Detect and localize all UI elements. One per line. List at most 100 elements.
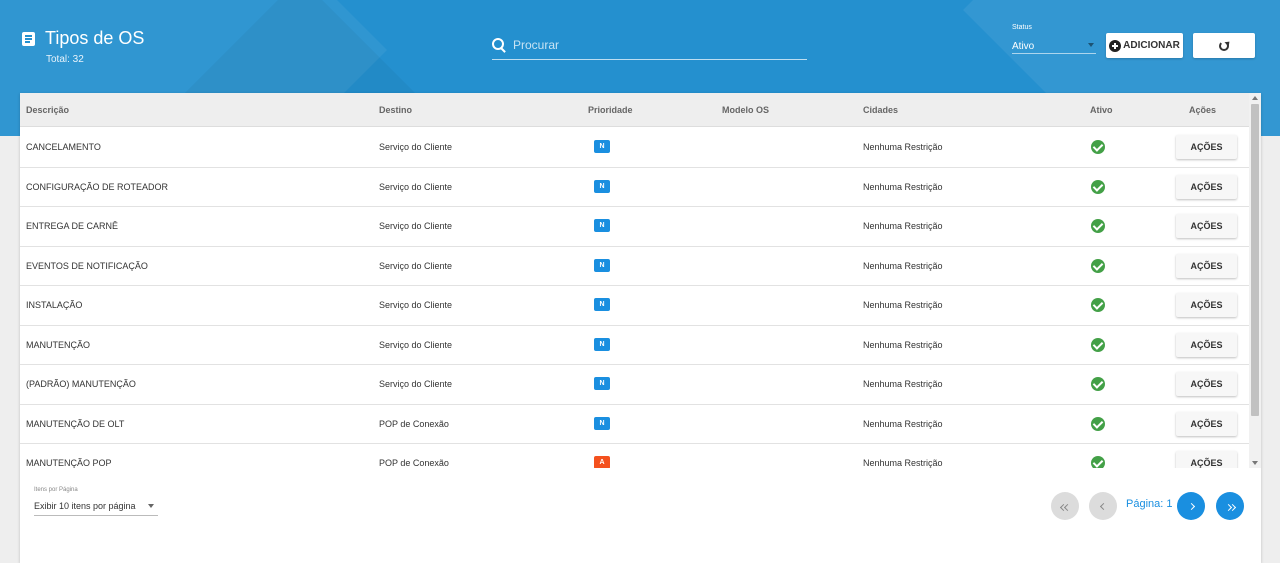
col-descricao[interactable]: Descrição bbox=[26, 105, 69, 115]
table-row[interactable]: (PADRÃO) MANUTENÇÃO Serviço do Cliente N… bbox=[20, 365, 1249, 405]
cell-cidades: Nenhuma Restrição bbox=[863, 260, 943, 271]
search-bar bbox=[492, 34, 807, 60]
last-page-button[interactable] bbox=[1216, 492, 1244, 520]
active-check-icon bbox=[1091, 337, 1105, 352]
col-prioridade[interactable]: Prioridade bbox=[588, 105, 633, 115]
table-body: CANCELAMENTO Serviço do Cliente N Nenhum… bbox=[20, 128, 1249, 468]
scroll-down-arrow-icon[interactable] bbox=[1252, 461, 1258, 465]
chevron-left-icon bbox=[1099, 502, 1107, 510]
active-check-icon bbox=[1091, 377, 1105, 391]
col-modelo-os[interactable]: Modelo OS bbox=[722, 105, 769, 115]
table-row[interactable]: INSTALAÇÃO Serviço do Cliente N Nenhuma … bbox=[20, 286, 1249, 326]
cell-destino: Serviço do Cliente bbox=[379, 300, 453, 310]
active-check-icon bbox=[1091, 456, 1105, 468]
cell-descricao: ENTREGA DE CARNÊ bbox=[26, 221, 119, 231]
cell-destino: Serviço do Cliente bbox=[379, 339, 453, 350]
cell-cidades: Nenhuma Restrição bbox=[863, 418, 943, 429]
col-acoes: Ações bbox=[1189, 105, 1217, 115]
items-per-page-value: Exibir 10 itens por página bbox=[34, 501, 136, 511]
table-row[interactable]: MANUTENÇÃO DE OLT POP de Conexão N Nenhu… bbox=[20, 405, 1249, 444]
actions-button[interactable]: AÇÕES bbox=[1176, 214, 1237, 238]
priority-badge: N bbox=[594, 337, 610, 351]
actions-button[interactable]: AÇÕES bbox=[1176, 253, 1237, 278]
add-button[interactable]: ADICIONAR bbox=[1106, 33, 1183, 58]
priority-badge: N bbox=[594, 219, 610, 232]
page-title-group: Tipos de OS bbox=[22, 28, 144, 49]
table-header: Descrição Destino Prioridade Modelo OS C… bbox=[20, 93, 1249, 127]
priority-badge: A bbox=[594, 456, 610, 468]
active-check-icon bbox=[1091, 179, 1105, 194]
cell-cidades: Nenhuma Restrição bbox=[863, 142, 943, 152]
col-cidades[interactable]: Cidades bbox=[863, 105, 898, 115]
status-select[interactable]: Status Ativo bbox=[1012, 24, 1096, 54]
cell-destino: Serviço do Cliente bbox=[379, 181, 453, 192]
cell-destino: Serviço do Cliente bbox=[379, 379, 453, 389]
table-row[interactable]: MANUTENÇÃO Serviço do Cliente N Nenhuma … bbox=[20, 326, 1249, 365]
table-scrollbar[interactable] bbox=[1249, 93, 1261, 468]
cell-descricao: MANUTENÇÃO bbox=[26, 339, 91, 350]
cell-destino: POP de Conexão bbox=[379, 458, 449, 468]
cell-cidades: Nenhuma Restrição bbox=[863, 339, 943, 350]
actions-button[interactable]: AÇÕES bbox=[1176, 293, 1237, 317]
actions-button[interactable]: AÇÕES bbox=[1176, 174, 1237, 199]
next-page-button[interactable] bbox=[1177, 492, 1205, 520]
cell-destino: Serviço do Cliente bbox=[379, 221, 453, 231]
double-chevron-left-icon bbox=[1059, 497, 1071, 515]
search-input[interactable] bbox=[513, 37, 793, 52]
active-check-icon bbox=[1091, 298, 1105, 312]
priority-badge: N bbox=[594, 416, 610, 430]
priority-badge: N bbox=[594, 258, 610, 272]
col-ativo[interactable]: Ativo bbox=[1090, 105, 1113, 115]
total-count: Total: 32 bbox=[46, 54, 84, 65]
active-check-icon bbox=[1091, 416, 1105, 431]
first-page-button[interactable] bbox=[1051, 492, 1079, 520]
table-row[interactable]: CONFIGURAÇÃO DE ROTEADOR Serviço do Clie… bbox=[20, 168, 1249, 207]
actions-button[interactable]: AÇÕES bbox=[1176, 332, 1237, 357]
document-list-icon bbox=[22, 31, 35, 46]
cell-descricao: INSTALAÇÃO bbox=[26, 300, 83, 310]
priority-badge: N bbox=[594, 140, 610, 153]
cell-descricao: CANCELAMENTO bbox=[26, 142, 101, 152]
cell-cidades: Nenhuma Restrição bbox=[863, 221, 943, 231]
add-button-label: ADICIONAR bbox=[1123, 40, 1180, 51]
actions-button[interactable]: AÇÕES bbox=[1176, 451, 1237, 468]
cell-descricao: MANUTENÇÃO DE OLT bbox=[26, 418, 125, 429]
actions-button[interactable]: AÇÕES bbox=[1176, 372, 1237, 396]
active-check-icon bbox=[1091, 140, 1105, 154]
cell-cidades: Nenhuma Restrição bbox=[863, 181, 943, 192]
items-per-page-label: Itens por Página bbox=[34, 487, 78, 493]
cell-descricao: CONFIGURAÇÃO DE ROTEADOR bbox=[26, 181, 169, 192]
active-check-icon bbox=[1091, 258, 1105, 273]
cell-destino: Serviço do Cliente bbox=[379, 142, 453, 152]
double-chevron-right-icon bbox=[1224, 497, 1236, 515]
table-row[interactable]: CANCELAMENTO Serviço do Cliente N Nenhum… bbox=[20, 128, 1249, 168]
actions-button[interactable]: AÇÕES bbox=[1176, 411, 1237, 436]
priority-badge: N bbox=[594, 179, 610, 193]
cell-descricao: (PADRÃO) MANUTENÇÃO bbox=[26, 379, 136, 389]
search-icon bbox=[492, 37, 506, 52]
chevron-right-icon bbox=[1187, 502, 1195, 510]
cell-cidades: Nenhuma Restrição bbox=[863, 458, 943, 468]
cell-cidades: Nenhuma Restrição bbox=[863, 300, 943, 310]
cell-descricao: EVENTOS DE NOTIFICAÇÃO bbox=[26, 260, 148, 271]
cell-cidades: Nenhuma Restrição bbox=[863, 379, 943, 389]
table-row[interactable]: ENTREGA DE CARNÊ Serviço do Cliente N Ne… bbox=[20, 207, 1249, 247]
dropdown-arrow-icon bbox=[148, 504, 154, 508]
cell-destino: Serviço do Cliente bbox=[379, 260, 453, 271]
scrollbar-thumb[interactable] bbox=[1251, 104, 1259, 416]
col-destino[interactable]: Destino bbox=[379, 105, 412, 115]
actions-button[interactable]: AÇÕES bbox=[1176, 135, 1237, 159]
dropdown-arrow-icon bbox=[1088, 43, 1094, 47]
scroll-up-arrow-icon[interactable] bbox=[1252, 96, 1258, 100]
refresh-button[interactable] bbox=[1193, 33, 1255, 58]
items-per-page-select[interactable]: Exibir 10 itens por página bbox=[34, 496, 158, 516]
priority-badge: N bbox=[594, 377, 610, 390]
cell-destino: POP de Conexão bbox=[379, 418, 449, 429]
priority-badge: N bbox=[594, 298, 610, 311]
table-row[interactable]: EVENTOS DE NOTIFICAÇÃO Serviço do Client… bbox=[20, 247, 1249, 286]
active-check-icon bbox=[1091, 219, 1105, 233]
status-value: Ativo bbox=[1012, 41, 1035, 52]
table-row[interactable]: MANUTENÇÃO POP POP de Conexão A Nenhuma … bbox=[20, 444, 1249, 468]
page-title: Tipos de OS bbox=[45, 28, 145, 48]
prev-page-button[interactable] bbox=[1089, 492, 1117, 520]
